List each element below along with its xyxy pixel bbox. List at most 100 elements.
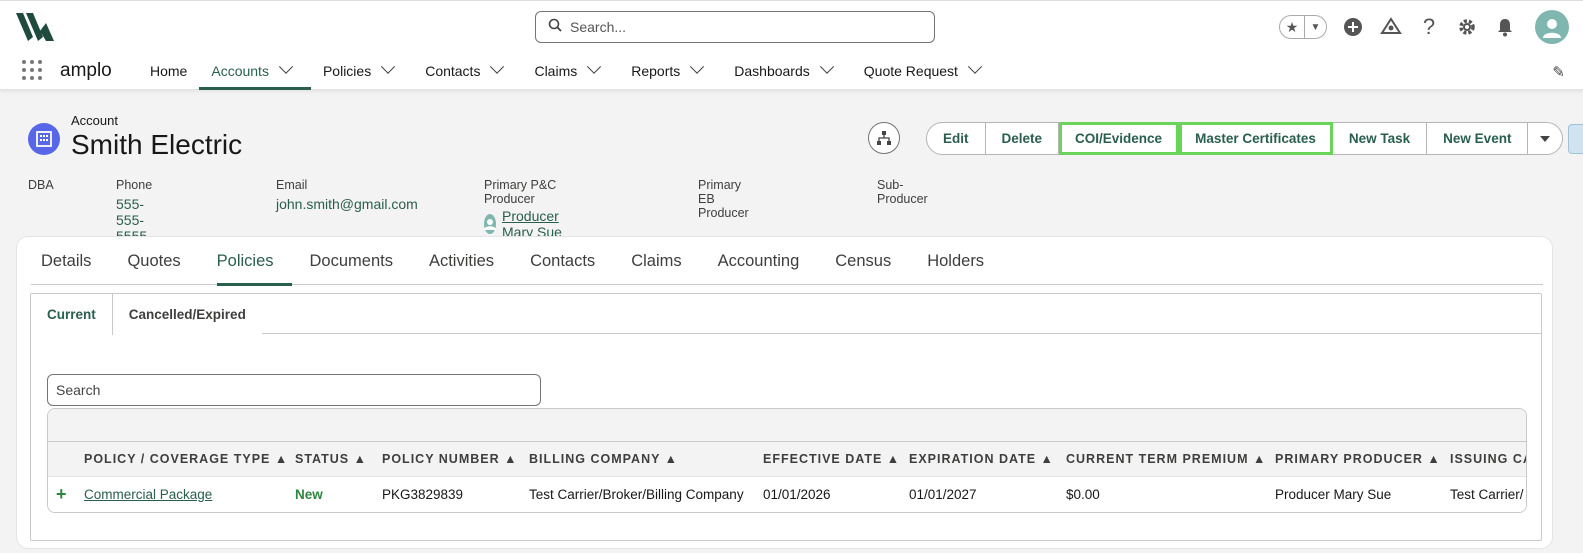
premium-cell: $0.00 xyxy=(1066,487,1100,502)
bell-icon[interactable] xyxy=(1493,15,1517,39)
column-header-primary-producer[interactable]: PRIMARY PRODUCER ▲ xyxy=(1275,452,1441,466)
grid-search-input[interactable] xyxy=(56,382,526,398)
record-action-bar: Edit Delete COI/Evidence Master Certific… xyxy=(926,122,1564,155)
chevron-down-icon[interactable] xyxy=(690,59,705,74)
nav-item-quote-request[interactable]: Quote Request xyxy=(852,52,1000,90)
chevron-down-icon xyxy=(1540,135,1551,142)
nav-item-label: Dashboards xyxy=(734,63,810,79)
nav-item-contacts[interactable]: Contacts xyxy=(413,52,522,90)
utility-side-panel-tab[interactable] xyxy=(1568,124,1583,154)
field-label: Primary EB Producer xyxy=(698,178,749,220)
nav-item-label: Claims xyxy=(534,63,578,79)
nav-item-accounts[interactable]: Accounts xyxy=(199,52,311,90)
tab-accounting[interactable]: Accounting xyxy=(700,237,818,285)
app-name: amplo xyxy=(60,60,112,81)
field-sub-producer: Sub-Producer xyxy=(877,178,928,206)
chevron-down-icon[interactable] xyxy=(819,59,834,74)
add-icon[interactable] xyxy=(1341,15,1365,39)
tab-documents[interactable]: Documents xyxy=(292,237,411,285)
primary-producer-cell: Producer Mary Sue xyxy=(1275,487,1392,502)
tab-quotes[interactable]: Quotes xyxy=(109,237,198,285)
user-avatar-icon[interactable] xyxy=(1535,10,1569,44)
chevron-down-icon[interactable] xyxy=(490,59,505,74)
global-search-input[interactable] xyxy=(570,19,910,35)
table-toolbar xyxy=(48,409,1526,442)
coi-evidence-button[interactable]: COI/Evidence xyxy=(1059,122,1180,155)
record-title: Smith Electric xyxy=(71,129,243,160)
table-header-row: POLICY / COVERAGE TYPE ▲ STATUS ▲ POLICY… xyxy=(48,442,1526,477)
nav-item-reports[interactable]: Reports xyxy=(619,52,722,90)
tab-policies[interactable]: Policies xyxy=(199,237,292,286)
nav-item-label: Accounts xyxy=(211,63,269,79)
field-label: Email xyxy=(276,178,308,192)
global-search-box[interactable] xyxy=(535,11,935,43)
nav-item-dashboards[interactable]: Dashboards xyxy=(722,52,852,90)
column-header-premium[interactable]: CURRENT TERM PREMIUM ▲ xyxy=(1066,452,1266,466)
field-primary-pc-producer: Primary P&C Producer Producer Mary Sue xyxy=(484,178,567,240)
expand-row-plus-icon[interactable]: + xyxy=(56,484,67,505)
view-hierarchy-button[interactable] xyxy=(868,122,900,154)
master-certificates-button[interactable]: Master Certificates xyxy=(1179,122,1333,155)
effective-date-cell: 01/01/2026 xyxy=(763,487,831,502)
expiration-date-cell: 01/01/2027 xyxy=(909,487,977,502)
chevron-down-icon[interactable] xyxy=(967,59,983,74)
record-tab-bar: Details Quotes Policies Documents Activi… xyxy=(31,237,1543,286)
nav-item-label: Home xyxy=(150,63,188,79)
new-task-button[interactable]: New Task xyxy=(1332,122,1428,155)
nav-item-home[interactable]: Home xyxy=(138,52,199,90)
policy-number-cell: PKG3829839 xyxy=(382,487,464,502)
app-nav-bar: amplo Home Accounts Policies Contacts Cl… xyxy=(0,52,1583,90)
search-icon xyxy=(548,18,562,37)
field-primary-eb-producer: Primary EB Producer xyxy=(698,178,749,220)
tab-contacts[interactable]: Contacts xyxy=(512,237,613,285)
column-header-effective-date[interactable]: EFFECTIVE DATE ▲ xyxy=(763,452,900,466)
tab-activities[interactable]: Activities xyxy=(411,237,512,285)
app-launcher-icon[interactable] xyxy=(22,60,42,80)
new-event-button[interactable]: New Event xyxy=(1427,122,1529,155)
chevron-down-icon[interactable] xyxy=(278,59,294,74)
edit-button[interactable]: Edit xyxy=(926,122,986,155)
favorites-star-icon[interactable]: ★ xyxy=(1280,16,1304,38)
subtab-cancelled-expired[interactable]: Cancelled/Expired xyxy=(112,294,262,334)
amplo-logo-icon[interactable] xyxy=(16,13,56,41)
field-label: DBA xyxy=(28,178,54,192)
tab-census[interactable]: Census xyxy=(817,237,909,285)
chevron-down-icon[interactable] xyxy=(381,59,396,74)
field-label: Sub-Producer xyxy=(877,178,928,206)
column-header-billing-company[interactable]: BILLING COMPANY ▲ xyxy=(529,452,678,466)
nav-item-label: Quote Request xyxy=(863,63,958,79)
column-header-expiration-date[interactable]: EXPIRATION DATE ▲ xyxy=(909,452,1054,466)
subtab-current[interactable]: Current xyxy=(31,294,113,335)
tab-details[interactable]: Details xyxy=(31,237,109,285)
producer-avatar-icon xyxy=(484,214,496,234)
field-label: Primary P&C Producer xyxy=(484,178,557,206)
field-email: Email john.smith@gmail.com xyxy=(276,178,418,212)
nav-item-claims[interactable]: Claims xyxy=(522,52,619,90)
column-header-issuing-carrier[interactable]: ISSUING CA xyxy=(1450,452,1526,466)
status-badge: New xyxy=(295,487,323,502)
column-header-coverage-type[interactable]: POLICY / COVERAGE TYPE ▲ xyxy=(84,452,288,466)
coverage-type-link[interactable]: Commercial Package xyxy=(84,487,212,502)
nav-item-policies[interactable]: Policies xyxy=(311,52,413,90)
trailhead-icon[interactable] xyxy=(1379,15,1403,39)
edit-nav-pencil-icon[interactable]: ✎ xyxy=(1552,63,1565,81)
table-row: + Commercial Package New PKG3829839 Test… xyxy=(48,477,1526,512)
help-icon[interactable]: ? xyxy=(1417,14,1441,39)
grid-search-box[interactable] xyxy=(47,374,541,406)
column-header-policy-number[interactable]: POLICY NUMBER ▲ xyxy=(382,452,517,466)
nav-item-label: Policies xyxy=(322,63,372,79)
tab-claims[interactable]: Claims xyxy=(613,237,699,285)
delete-button[interactable]: Delete xyxy=(985,122,1060,155)
favorites-dropdown-icon[interactable]: ▼ xyxy=(1304,16,1326,38)
column-header-status[interactable]: STATUS ▲ xyxy=(295,452,367,466)
field-label: Phone xyxy=(116,178,153,192)
favorites-group[interactable]: ★ ▼ xyxy=(1279,15,1327,39)
settings-icon[interactable] xyxy=(1455,15,1479,39)
chevron-down-icon[interactable] xyxy=(587,59,602,74)
nav-item-label: Reports xyxy=(631,63,681,79)
more-actions-button[interactable] xyxy=(1528,122,1564,155)
policy-subtab-bar: Current Cancelled/Expired xyxy=(31,294,1541,335)
email-link[interactable]: john.smith@gmail.com xyxy=(276,196,418,212)
tab-holders[interactable]: Holders xyxy=(909,237,1002,285)
hierarchy-icon xyxy=(877,131,891,145)
